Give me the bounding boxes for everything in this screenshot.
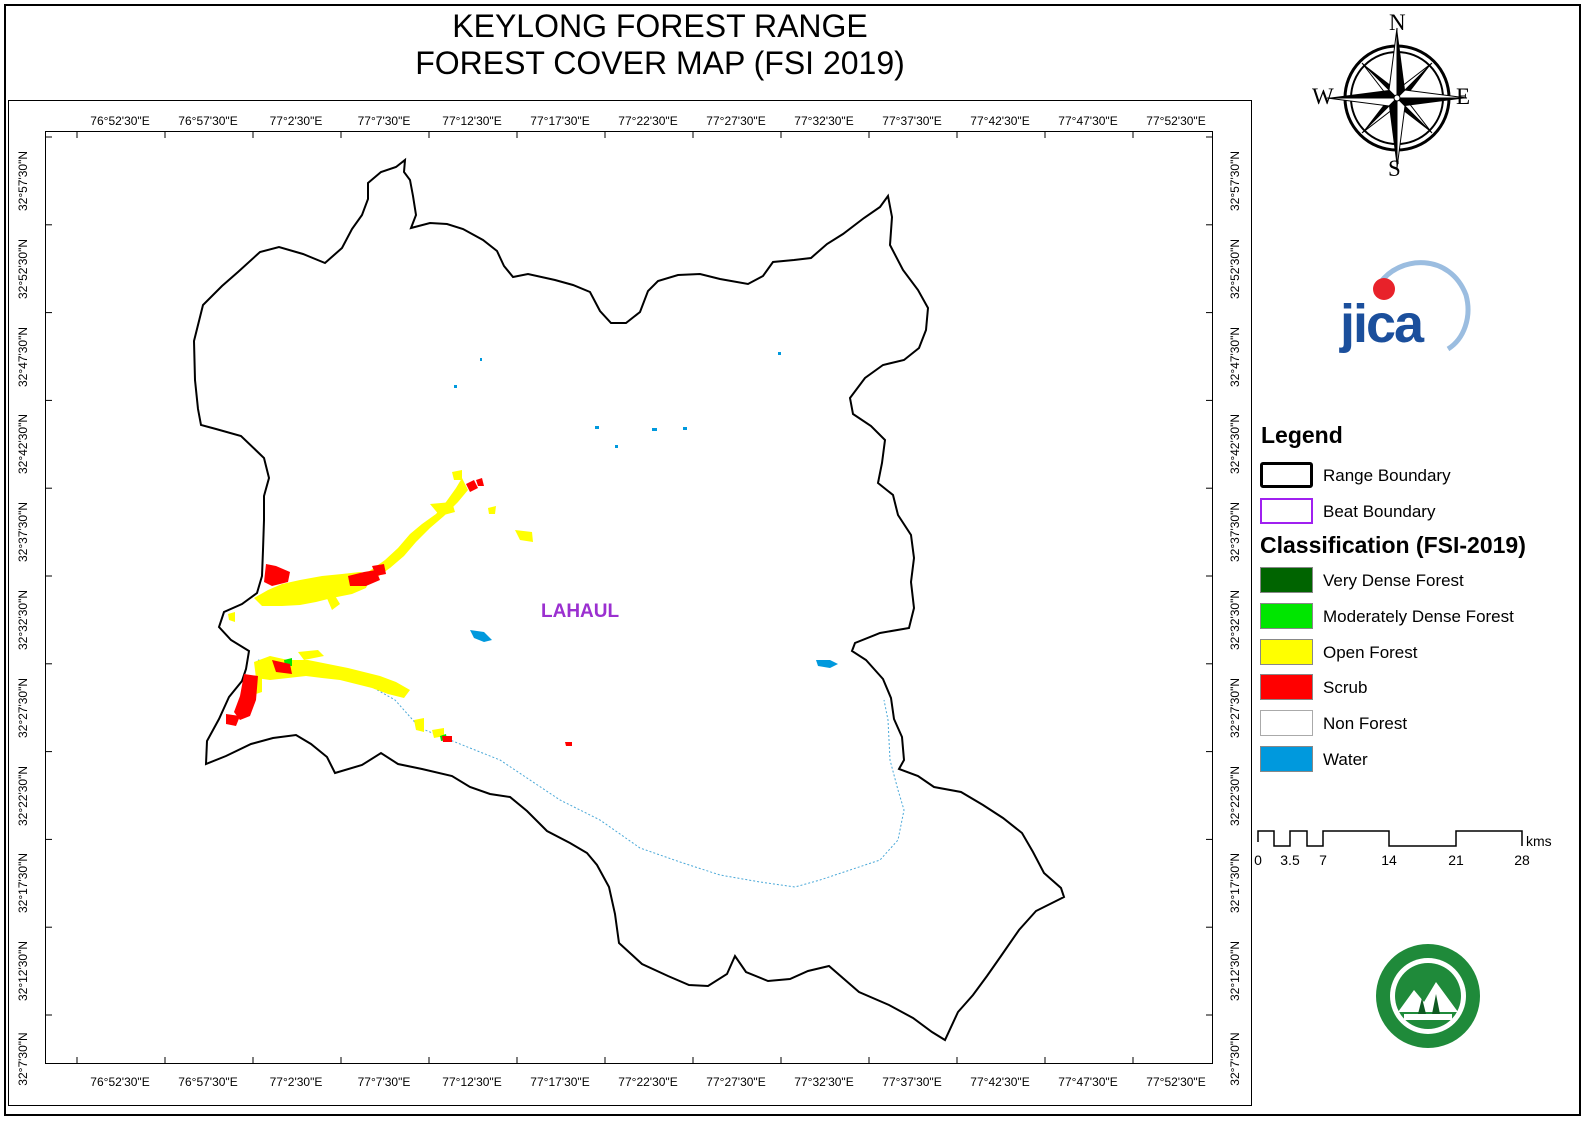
compass-west: W xyxy=(1312,84,1334,109)
scale-label: 21 xyxy=(1448,852,1464,868)
legend-title: Legend xyxy=(1261,422,1343,448)
scale-label: 14 xyxy=(1381,852,1397,868)
legend-item-scrub: Scrub xyxy=(1260,674,1560,702)
legend-item-range-boundary: Range Boundary xyxy=(1260,462,1560,490)
jica-wordmark: jica xyxy=(1340,294,1424,354)
legend-label: Non Forest xyxy=(1323,714,1408,733)
legend-label: Open Forest xyxy=(1323,643,1418,662)
scale-label: 7 xyxy=(1319,852,1327,868)
range-boundary xyxy=(192,157,1066,1042)
legend-swatch-open-forest xyxy=(1260,639,1313,665)
region-label-lahaul: LAHAUL xyxy=(541,601,620,622)
legend-swatch-non-forest xyxy=(1260,710,1313,736)
compass-south: S xyxy=(1388,156,1401,181)
legend-label: Beat Boundary xyxy=(1323,502,1436,521)
legend-item-very-dense-forest: Very Dense Forest xyxy=(1260,567,1560,595)
legend-label: Water xyxy=(1323,750,1368,769)
legend-label: Scrub xyxy=(1323,678,1368,697)
compass-east: E xyxy=(1456,84,1471,109)
legend-swatch-beat-boundary xyxy=(1260,498,1313,524)
scale-bar-unit: kms xyxy=(1526,833,1552,849)
legend-label: Very Dense Forest xyxy=(1323,571,1464,590)
classification-title: Classification (FSI-2019) xyxy=(1260,532,1526,558)
legend-item-water: Water xyxy=(1260,746,1560,774)
scale-label: 28 xyxy=(1514,852,1530,868)
legend-label: Range Boundary xyxy=(1323,466,1451,485)
legend-swatch-very-dense-forest xyxy=(1260,567,1313,593)
legend-swatch-scrub xyxy=(1260,674,1313,700)
legend-item-moderately-dense-forest: Moderately Dense Forest xyxy=(1260,603,1560,631)
legend-swatch-range-boundary xyxy=(1260,462,1313,488)
scale-label: 3.5 xyxy=(1280,852,1300,868)
legend-item-non-forest: Non Forest xyxy=(1260,710,1560,738)
north-arrow: N S E W xyxy=(1310,10,1480,181)
scale-bar xyxy=(1257,830,1523,847)
legend-item-open-forest: Open Forest xyxy=(1260,639,1560,667)
forest-department-seal xyxy=(1374,942,1482,1050)
scale-label: 0 xyxy=(1254,852,1262,868)
forest-seal-icon xyxy=(1376,944,1480,1048)
legend-swatch-moderately-dense-forest xyxy=(1260,603,1313,629)
legend-label: Moderately Dense Forest xyxy=(1323,607,1514,626)
legend-swatch-water xyxy=(1260,746,1313,772)
legend-item-beat-boundary: Beat Boundary xyxy=(1260,498,1560,526)
compass-north: N xyxy=(1389,10,1406,35)
jica-logo: jica xyxy=(1340,255,1480,360)
